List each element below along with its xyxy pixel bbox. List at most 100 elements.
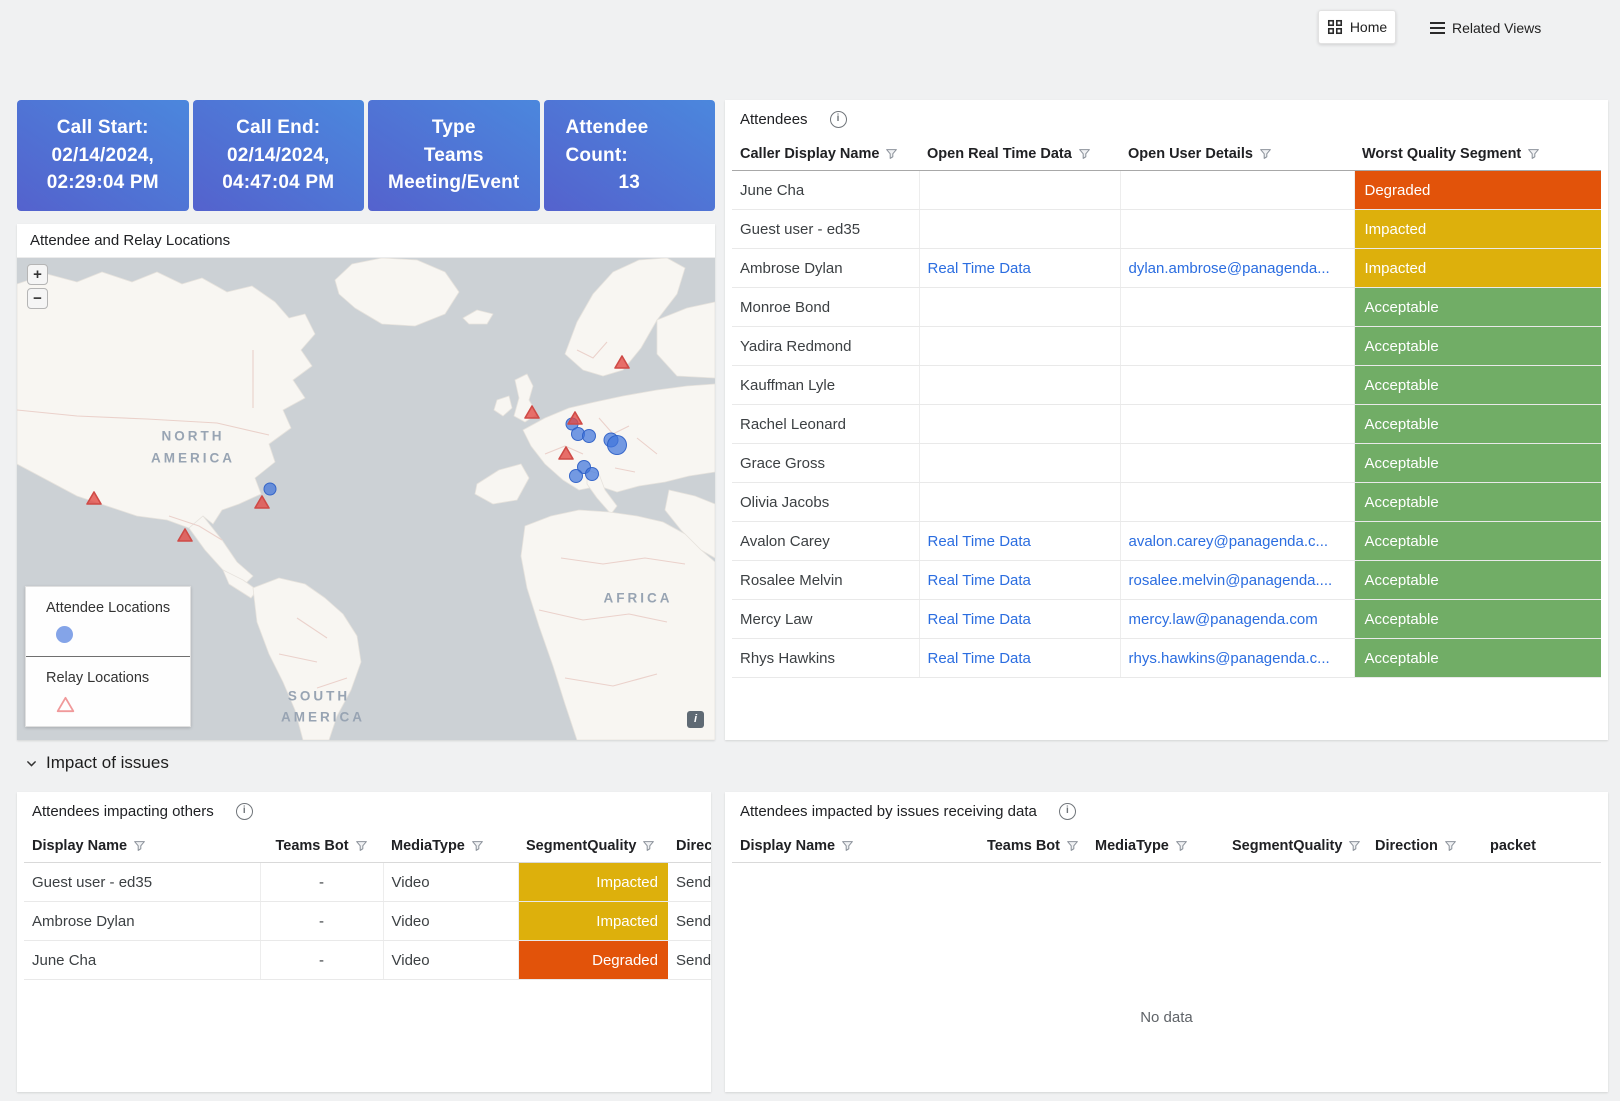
impacted-table: Display NameTeams BotMediaTypeSegmentQua… <box>732 829 1601 863</box>
info-icon[interactable]: i <box>830 111 847 128</box>
quality-badge: Acceptable <box>1355 483 1602 521</box>
user-details-link[interactable]: dylan.ambrose@panagenda... <box>1129 260 1330 277</box>
relay-marker <box>614 355 631 370</box>
related-views-label: Related Views <box>1452 20 1541 36</box>
summary-card-line: Teams <box>368 142 540 170</box>
table-row: Kauffman Lyle Acceptable <box>732 366 1601 405</box>
relay-marker <box>86 491 103 506</box>
column-header: Display Name <box>24 829 260 863</box>
map-region-label: AMERICA <box>151 451 235 466</box>
summary-card-line: 02:29:04 PM <box>17 169 189 197</box>
quality-badge: Impacted <box>519 863 669 901</box>
quality-badge: Impacted <box>1355 249 1602 287</box>
map-region-label: AFRICA <box>604 591 673 606</box>
open-user-details-cell <box>1120 210 1354 249</box>
column-header: MediaType <box>383 829 518 863</box>
worst-quality-segment-cell: Acceptable <box>1354 366 1601 405</box>
caller-display-name: Rosalee Melvin <box>732 561 919 600</box>
triangle-marker-icon <box>56 696 190 713</box>
user-details-link[interactable]: rhys.hawkins@panagenda.c... <box>1129 650 1330 667</box>
filter-funnel-icon[interactable] <box>1444 839 1457 852</box>
column-header: SegmentQuality <box>518 829 668 863</box>
filter-funnel-icon[interactable] <box>1348 839 1361 852</box>
real-time-data-link[interactable]: Real Time Data <box>928 572 1031 589</box>
summary-card-type: TypeTeamsMeeting/Event <box>368 100 540 211</box>
quality-badge: Acceptable <box>1355 444 1602 482</box>
caller-display-name: Grace Gross <box>732 444 919 483</box>
filter-funnel-icon[interactable] <box>355 839 368 852</box>
caller-display-name: June Cha <box>732 171 919 210</box>
impact-of-issues-label: Impact of issues <box>46 753 169 773</box>
attendee-marker <box>582 429 596 443</box>
impact-of-issues-header[interactable]: Impact of issues <box>25 753 169 773</box>
real-time-data-link[interactable]: Real Time Data <box>928 533 1031 550</box>
worst-quality-segment-cell: Acceptable <box>1354 327 1601 366</box>
real-time-data-link[interactable]: Real Time Data <box>928 260 1031 277</box>
filter-funnel-icon[interactable] <box>885 147 898 160</box>
column-header: Caller Display Name <box>732 137 919 171</box>
table-row: June Cha Degraded <box>732 171 1601 210</box>
map-region-label: AMERICA <box>281 710 365 725</box>
open-real-time-data-cell <box>919 366 1120 405</box>
summary-card-call-end: Call End:02/14/2024,04:47:04 PM <box>193 100 365 211</box>
column-header-label: Direction <box>1375 838 1438 854</box>
media-type-cell: Video <box>383 941 518 980</box>
real-time-data-link[interactable]: Real Time Data <box>928 611 1031 628</box>
zoom-in-button[interactable]: + <box>27 264 48 285</box>
open-user-details-cell <box>1120 405 1354 444</box>
table-row: Olivia Jacobs Acceptable <box>732 483 1601 522</box>
user-details-link[interactable]: rosalee.melvin@panagenda.... <box>1129 572 1333 589</box>
caller-display-name: Mercy Law <box>732 600 919 639</box>
table-row: Guest user - ed35-VideoImpactedSend <box>24 863 711 902</box>
column-header-label: Display Name <box>740 838 835 854</box>
summary-card-line: Attendee <box>544 114 716 142</box>
related-views-button[interactable]: Related Views <box>1424 14 1547 41</box>
open-user-details-cell: rosalee.melvin@panagenda.... <box>1120 561 1354 600</box>
open-user-details-cell: dylan.ambrose@panagenda... <box>1120 249 1354 288</box>
column-header: Open User Details <box>1120 137 1354 171</box>
quality-badge: Impacted <box>519 902 669 940</box>
map-region-label: NORTH <box>162 429 225 444</box>
caller-display-name: Kauffman Lyle <box>732 366 919 405</box>
real-time-data-link[interactable]: Real Time Data <box>928 650 1031 667</box>
column-header-label: SegmentQuality <box>1232 838 1342 854</box>
column-header: Direction <box>1367 829 1482 863</box>
zoom-out-button[interactable]: − <box>27 288 48 309</box>
worst-quality-segment-cell: Degraded <box>1354 171 1601 210</box>
info-icon[interactable]: i <box>1059 803 1076 820</box>
user-details-link[interactable]: avalon.carey@panagenda.c... <box>1129 533 1329 550</box>
user-details-link[interactable]: mercy.law@panagenda.com <box>1129 611 1318 628</box>
filter-funnel-icon[interactable] <box>1175 839 1188 852</box>
filter-funnel-icon[interactable] <box>642 839 655 852</box>
filter-funnel-icon[interactable] <box>133 839 146 852</box>
filter-funnel-icon[interactable] <box>841 839 854 852</box>
open-user-details-cell <box>1120 366 1354 405</box>
column-header-label: MediaType <box>391 838 465 854</box>
display-name-cell: Guest user - ed35 <box>24 863 260 902</box>
attendees-title: Attendees <box>740 111 808 128</box>
quality-badge: Acceptable <box>1355 327 1602 365</box>
filter-funnel-icon[interactable] <box>1078 147 1091 160</box>
home-button[interactable]: Home <box>1318 10 1396 44</box>
filter-funnel-icon[interactable] <box>1527 147 1540 160</box>
media-type-cell: Video <box>383 902 518 941</box>
caller-display-name: Olivia Jacobs <box>732 483 919 522</box>
attendees-impacting-others-panel: Attendees impacting others i Display Nam… <box>17 792 711 1092</box>
caller-display-name: Ambrose Dylan <box>732 249 919 288</box>
impacting-title: Attendees impacting others <box>32 803 214 820</box>
map-attribution-button[interactable]: i <box>687 711 704 728</box>
filter-funnel-icon[interactable] <box>1259 147 1272 160</box>
filter-funnel-icon[interactable] <box>471 839 484 852</box>
filter-funnel-icon[interactable] <box>1066 839 1079 852</box>
legend-item-label: Attendee Locations <box>46 600 190 616</box>
column-header: Worst Quality Segment <box>1354 137 1601 171</box>
attendee-marker <box>569 469 583 483</box>
world-map[interactable]: NORTHAMERICASOUTHAMERICAAFRICA + − Atten… <box>17 258 715 740</box>
column-header-label: Direction <box>676 838 711 854</box>
teams-bot-cell: - <box>260 941 383 980</box>
relay-marker <box>524 405 541 420</box>
info-icon[interactable]: i <box>236 803 253 820</box>
direction-cell: Send <box>668 941 711 980</box>
relay-marker <box>254 495 271 510</box>
table-row: Mercy Law Real Time Data mercy.law@panagen… <box>732 600 1601 639</box>
